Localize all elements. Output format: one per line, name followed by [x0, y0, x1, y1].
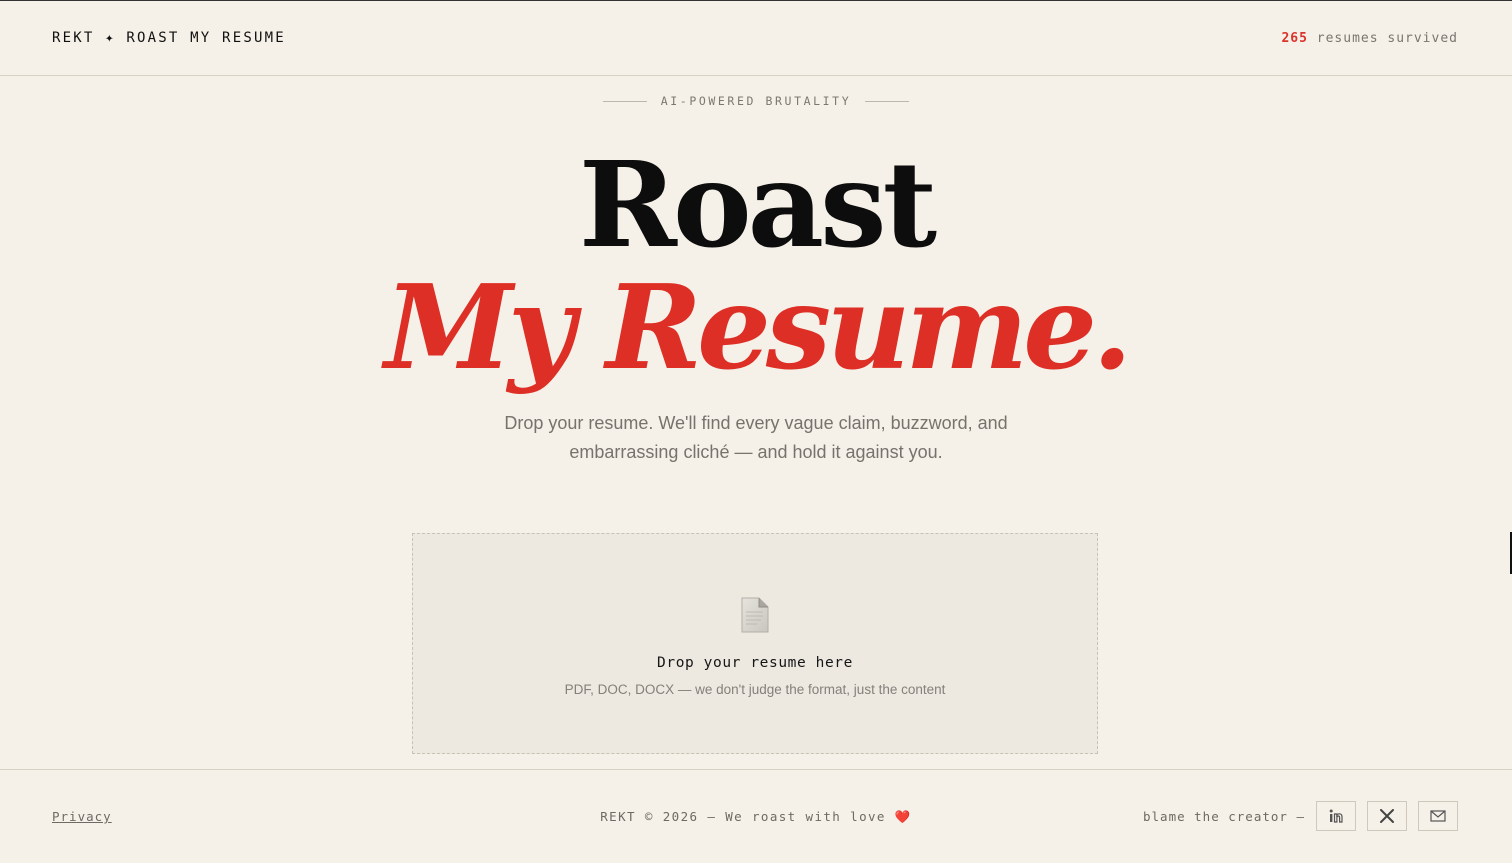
linkedin-icon: [1328, 808, 1344, 824]
document-icon: [739, 597, 771, 633]
resume-counter: 265 resumes survived: [1281, 31, 1458, 46]
eyebrow: AI-POWERED BRUTALITY: [0, 94, 1512, 108]
eyebrow-text: AI-POWERED BRUTALITY: [660, 94, 852, 108]
eyebrow-rule-right: [865, 100, 910, 102]
social-links: blame the creator —: [1143, 801, 1458, 831]
hero-title-line1: Roast: [578, 135, 937, 274]
mail-button[interactable]: [1418, 801, 1458, 831]
resume-dropzone[interactable]: Drop your resume here PDF, DOC, DOCX — w…: [412, 533, 1098, 754]
counter-label: resumes survived: [1307, 30, 1458, 46]
heart-icon: ❤️: [894, 809, 912, 824]
x-button[interactable]: [1367, 801, 1407, 831]
dropzone-title: Drop your resume here: [657, 655, 853, 671]
dropzone-hint: PDF, DOC, DOCX — we don't judge the form…: [564, 682, 946, 697]
eyebrow-rule-left: [602, 100, 647, 102]
brand-logo[interactable]: REKT ✦ ROAST MY RESUME: [52, 30, 286, 46]
site-footer: Privacy REKT © 2026 — We roast with love…: [0, 769, 1512, 863]
x-icon: [1380, 809, 1394, 823]
blame-label: blame the creator —: [1143, 808, 1305, 824]
counter-number: 265: [1281, 30, 1308, 46]
linkedin-button[interactable]: [1316, 801, 1356, 831]
hero-subtitle: Drop your resume. We'll find every vague…: [504, 413, 1008, 462]
hero-title-line2: My Resume.: [384, 260, 1133, 396]
mail-icon: [1430, 810, 1446, 822]
site-header: REKT ✦ ROAST MY RESUME 265 resumes survi…: [0, 1, 1512, 76]
copyright-text: REKT © 2026 — We roast with love: [600, 809, 886, 824]
